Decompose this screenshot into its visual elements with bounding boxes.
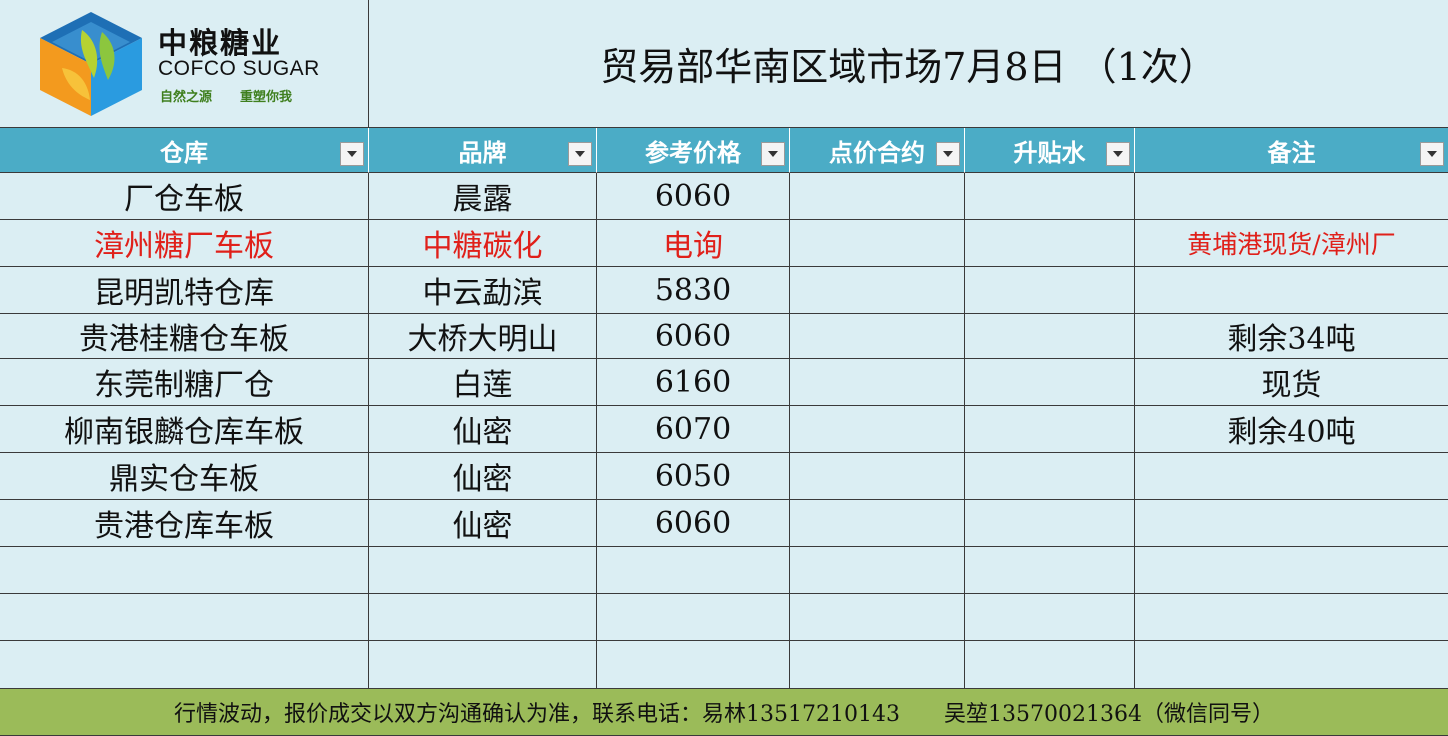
cell-price[interactable]: 6160 [597,359,790,406]
cell-contract[interactable] [790,359,965,406]
filter-dropdown-icon[interactable] [936,142,960,166]
cell-warehouse[interactable]: 柳南银麟仓库车板 [0,406,369,453]
cell-brand[interactable]: 白莲 [369,359,597,406]
cell-warehouse[interactable]: 厂仓车板 [0,173,369,220]
cell-warehouse[interactable] [0,547,369,594]
column-header-warehouse: 仓库 [0,128,369,173]
column-header-label: 品牌 [458,137,507,167]
cell-price[interactable] [597,641,790,689]
cell-contract[interactable] [790,641,965,689]
cell-brand[interactable] [369,641,597,689]
column-header-label: 升贴水 [1013,137,1086,167]
cell-price[interactable]: 6060 [597,500,790,547]
cell-contract[interactable] [790,220,965,267]
logo-name-cn: 中粮糖业 [158,26,283,60]
column-header-label: 参考价格 [645,137,741,167]
cell-note[interactable] [1135,500,1448,547]
cell-price[interactable]: 6050 [597,453,790,500]
column-header-label: 备注 [1267,137,1316,167]
cell-warehouse[interactable] [0,594,369,641]
column-header-label: 点价合约 [829,137,925,167]
logo-slogan: 自然之源 重塑你我 [160,86,292,105]
column-header-basis: 升贴水 [965,128,1135,173]
cell-brand[interactable]: 仙密 [369,406,597,453]
cell-brand[interactable]: 中云勐滨 [369,267,597,314]
cell-basis[interactable] [965,641,1135,689]
logo-name-en: COFCO SUGAR [158,57,320,80]
cell-contract[interactable] [790,594,965,641]
price-sheet: 中粮糖业 COFCO SUGAR 自然之源 重塑你我 贸易部华南区域市场7月8日 … [0,0,1448,736]
cell-note[interactable] [1135,641,1448,689]
sheet-title: 贸易部华南区域市场7月8日 （1次） [369,0,1448,128]
cell-warehouse[interactable] [0,641,369,689]
company-logo: 中粮糖业 COFCO SUGAR 自然之源 重塑你我 [0,0,368,127]
cell-price[interactable] [597,547,790,594]
column-header-note: 备注 [1135,128,1448,173]
cell-warehouse[interactable]: 鼎实仓车板 [0,453,369,500]
footer-contact: 行情波动，报价成交以双方沟通确认为准，联系电话：易林13517210143 吴堃… [0,689,1448,736]
cell-contract[interactable] [790,173,965,220]
cell-warehouse[interactable]: 漳州糖厂车板 [0,220,369,267]
cell-brand[interactable]: 大桥大明山 [369,314,597,359]
cell-brand[interactable]: 仙密 [369,500,597,547]
cell-warehouse[interactable]: 东莞制糖厂仓 [0,359,369,406]
logo-cell: 中粮糖业 COFCO SUGAR 自然之源 重塑你我 [0,0,369,128]
cell-contract[interactable] [790,406,965,453]
cofco-cube-icon [40,12,142,116]
cell-price[interactable]: 6070 [597,406,790,453]
cell-warehouse[interactable]: 贵港桂糖仓车板 [0,314,369,359]
cell-basis[interactable] [965,453,1135,500]
cell-brand[interactable] [369,547,597,594]
cell-basis[interactable] [965,267,1135,314]
cell-brand[interactable] [369,594,597,641]
cell-price[interactable]: 电询 [597,220,790,267]
cell-brand[interactable]: 仙密 [369,453,597,500]
cell-contract[interactable] [790,500,965,547]
cell-note[interactable]: 剩余34吨 [1135,314,1448,359]
cell-basis[interactable] [965,547,1135,594]
cell-price[interactable]: 5830 [597,267,790,314]
cell-basis[interactable] [965,406,1135,453]
cell-basis[interactable] [965,500,1135,547]
cell-note[interactable] [1135,173,1448,220]
filter-dropdown-icon[interactable] [1420,142,1444,166]
cell-contract[interactable] [790,314,965,359]
cell-basis[interactable] [965,220,1135,267]
cell-basis[interactable] [965,173,1135,220]
cell-warehouse[interactable]: 贵港仓库车板 [0,500,369,547]
cell-note[interactable] [1135,547,1448,594]
cell-note[interactable]: 黄埔港现货/漳州厂 [1135,220,1448,267]
column-header-label: 仓库 [160,137,208,167]
cell-brand[interactable]: 中糖碳化 [369,220,597,267]
filter-dropdown-icon[interactable] [568,142,592,166]
cell-price[interactable]: 6060 [597,173,790,220]
cell-note[interactable]: 剩余40吨 [1135,406,1448,453]
filter-dropdown-icon[interactable] [340,142,364,166]
cell-note[interactable]: 现货 [1135,359,1448,406]
column-header-contract: 点价合约 [790,128,965,173]
cell-note[interactable] [1135,594,1448,641]
column-header-brand: 品牌 [369,128,597,173]
cell-warehouse[interactable]: 昆明凯特仓库 [0,267,369,314]
slogan-right: 重塑你我 [240,90,293,105]
cell-contract[interactable] [790,547,965,594]
filter-dropdown-icon[interactable] [1106,142,1130,166]
cell-price[interactable]: 6060 [597,314,790,359]
cell-price[interactable] [597,594,790,641]
cell-note[interactable] [1135,453,1448,500]
cell-contract[interactable] [790,453,965,500]
cell-basis[interactable] [965,594,1135,641]
column-header-price: 参考价格 [597,128,790,173]
cell-contract[interactable] [790,267,965,314]
filter-dropdown-icon[interactable] [761,142,785,166]
slogan-left: 自然之源 [160,90,213,105]
cell-note[interactable] [1135,267,1448,314]
cell-brand[interactable]: 晨露 [369,173,597,220]
cell-basis[interactable] [965,359,1135,406]
cell-basis[interactable] [965,314,1135,359]
